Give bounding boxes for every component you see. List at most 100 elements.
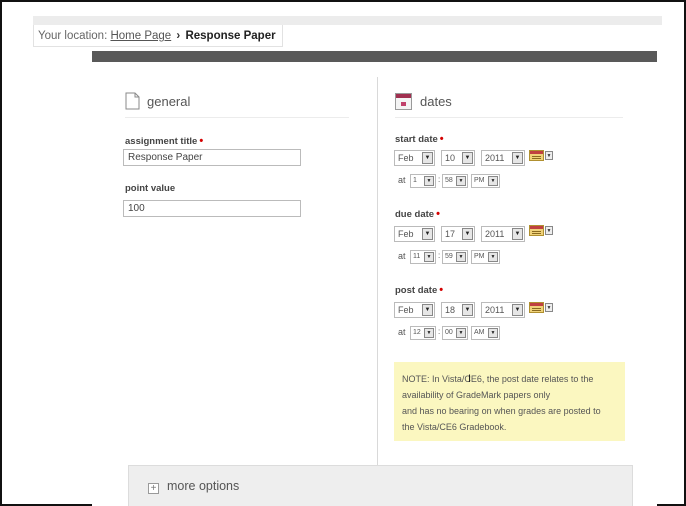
calendar-icon xyxy=(395,92,412,110)
post-date-label-text: post date xyxy=(395,285,438,296)
column-divider xyxy=(377,77,378,501)
start-hour-select[interactable]: 1 ▼ xyxy=(410,174,436,188)
time-separator: : xyxy=(438,175,441,184)
chevron-down-icon: ▼ xyxy=(456,252,466,262)
note-line-2: availability of GradeMark papers only xyxy=(402,390,551,400)
due-ampm-value: PM xyxy=(474,253,485,260)
general-section-header: general xyxy=(125,89,190,113)
chevron-down-icon: ▼ xyxy=(422,152,433,164)
chevron-down-icon: ▼ xyxy=(545,226,553,235)
chevron-down-icon: ▼ xyxy=(456,176,466,186)
required-marker: • xyxy=(436,208,440,220)
due-at-label: at xyxy=(398,251,406,261)
post-month-value: Feb xyxy=(398,305,414,315)
due-year-select[interactable]: 2011 ▼ xyxy=(481,226,525,242)
chevron-down-icon: ▼ xyxy=(488,328,498,338)
due-day-select[interactable]: 17 ▼ xyxy=(441,226,475,242)
chevron-down-icon: ▼ xyxy=(462,152,473,164)
chevron-down-icon: ▼ xyxy=(512,228,523,240)
chevron-down-icon: ▼ xyxy=(512,152,523,164)
point-value-input[interactable] xyxy=(123,200,301,217)
start-minute-value: 58 xyxy=(445,177,453,184)
top-strip xyxy=(33,16,662,25)
chevron-down-icon: ▼ xyxy=(424,328,434,338)
start-day-value: 10 xyxy=(445,153,456,163)
post-year-select[interactable]: 2011 ▼ xyxy=(481,302,525,318)
assignment-panel: general assignment title• point value da… xyxy=(92,51,657,506)
chevron-down-icon: ▼ xyxy=(545,151,553,160)
start-year-value: 2011 xyxy=(485,153,505,163)
start-month-value: Feb xyxy=(398,153,414,163)
post-day-value: 18 xyxy=(445,305,456,315)
breadcrumb-prefix: Your location: xyxy=(38,30,108,42)
due-month-value: Feb xyxy=(398,229,414,239)
post-minute-value: 00 xyxy=(445,329,453,336)
chevron-down-icon: ▼ xyxy=(456,328,466,338)
post-month-select[interactable]: Feb ▼ xyxy=(394,302,435,318)
start-ampm-select[interactable]: PM ▼ xyxy=(471,174,500,188)
chevron-down-icon: ▼ xyxy=(422,228,433,240)
start-month-select[interactable]: Feb ▼ xyxy=(394,150,435,166)
assignment-title-input[interactable] xyxy=(123,149,301,166)
post-date-note: NOTE: In Vista/CE6, the post date relate… xyxy=(394,362,625,441)
chevron-down-icon: ▼ xyxy=(512,304,523,316)
post-at-label: at xyxy=(398,327,406,337)
dates-rule xyxy=(395,117,623,118)
note-line-4: the Vista/CE6 Gradebook. xyxy=(402,422,507,432)
start-hour-value: 1 xyxy=(413,177,417,184)
start-year-select[interactable]: 2011 ▼ xyxy=(481,150,525,166)
more-options-label: more options xyxy=(167,479,240,493)
dates-heading: dates xyxy=(420,93,452,109)
due-date-label-text: due date xyxy=(395,209,435,220)
chevron-down-icon: ▼ xyxy=(422,304,433,316)
start-minute-select[interactable]: 58 ▼ xyxy=(442,174,468,188)
post-minute-select[interactable]: 00 ▼ xyxy=(442,326,468,340)
expand-plus-icon: + xyxy=(148,483,159,494)
time-separator: : xyxy=(438,327,441,336)
start-day-select[interactable]: 10 ▼ xyxy=(441,150,475,166)
start-date-label-text: start date xyxy=(395,134,438,145)
due-calendar-picker-button[interactable]: ▼ xyxy=(529,224,554,237)
calendar-picker-icon xyxy=(529,302,544,313)
calendar-picker-icon xyxy=(529,150,544,161)
text-cursor-icon: I xyxy=(468,373,472,385)
post-ampm-value: AM xyxy=(474,329,485,336)
note-line-1: NOTE: In Vista/CE6, the post date relate… xyxy=(402,374,594,384)
post-calendar-picker-button[interactable]: ▼ xyxy=(529,301,554,314)
chevron-down-icon: ▼ xyxy=(462,304,473,316)
document-icon xyxy=(125,92,140,110)
due-minute-value: 59 xyxy=(445,253,453,260)
chevron-down-icon: ▼ xyxy=(488,252,498,262)
chevron-down-icon: ▼ xyxy=(488,176,498,186)
due-year-value: 2011 xyxy=(485,229,505,239)
chevron-down-icon: ▼ xyxy=(424,176,434,186)
due-month-select[interactable]: Feb ▼ xyxy=(394,226,435,242)
panel-header-bar xyxy=(92,51,657,62)
due-day-value: 17 xyxy=(445,229,456,239)
required-marker: • xyxy=(439,284,444,296)
post-hour-select[interactable]: 12 ▼ xyxy=(410,326,436,340)
chevron-down-icon: ▼ xyxy=(424,252,434,262)
due-hour-value: 11 xyxy=(413,253,421,260)
start-calendar-picker-button[interactable]: ▼ xyxy=(529,149,554,162)
due-hour-select[interactable]: 11 ▼ xyxy=(410,250,436,264)
due-date-label: due date • xyxy=(395,208,440,220)
time-separator: : xyxy=(438,251,441,260)
more-options-bar[interactable]: + more options xyxy=(128,465,633,506)
calendar-picker-icon xyxy=(529,225,544,236)
breadcrumb: Your location: Home Page › Response Pape… xyxy=(33,25,283,47)
breadcrumb-home-link[interactable]: Home Page xyxy=(110,30,171,42)
post-year-value: 2011 xyxy=(485,305,505,315)
required-marker: • xyxy=(199,135,204,147)
post-day-select[interactable]: 18 ▼ xyxy=(441,302,475,318)
assignment-title-label-text: assignment title xyxy=(125,136,198,147)
due-minute-select[interactable]: 59 ▼ xyxy=(442,250,468,264)
dates-section-header: dates xyxy=(395,89,452,113)
assignment-title-label: assignment title • xyxy=(125,135,203,147)
start-ampm-value: PM xyxy=(474,177,485,184)
note-line-3: and has no bearing on when grades are po… xyxy=(402,406,601,416)
post-ampm-select[interactable]: AM ▼ xyxy=(471,326,500,340)
point-value-label: point value xyxy=(125,183,176,194)
due-ampm-select[interactable]: PM ▼ xyxy=(471,250,500,264)
start-date-label: start date • xyxy=(395,133,444,145)
